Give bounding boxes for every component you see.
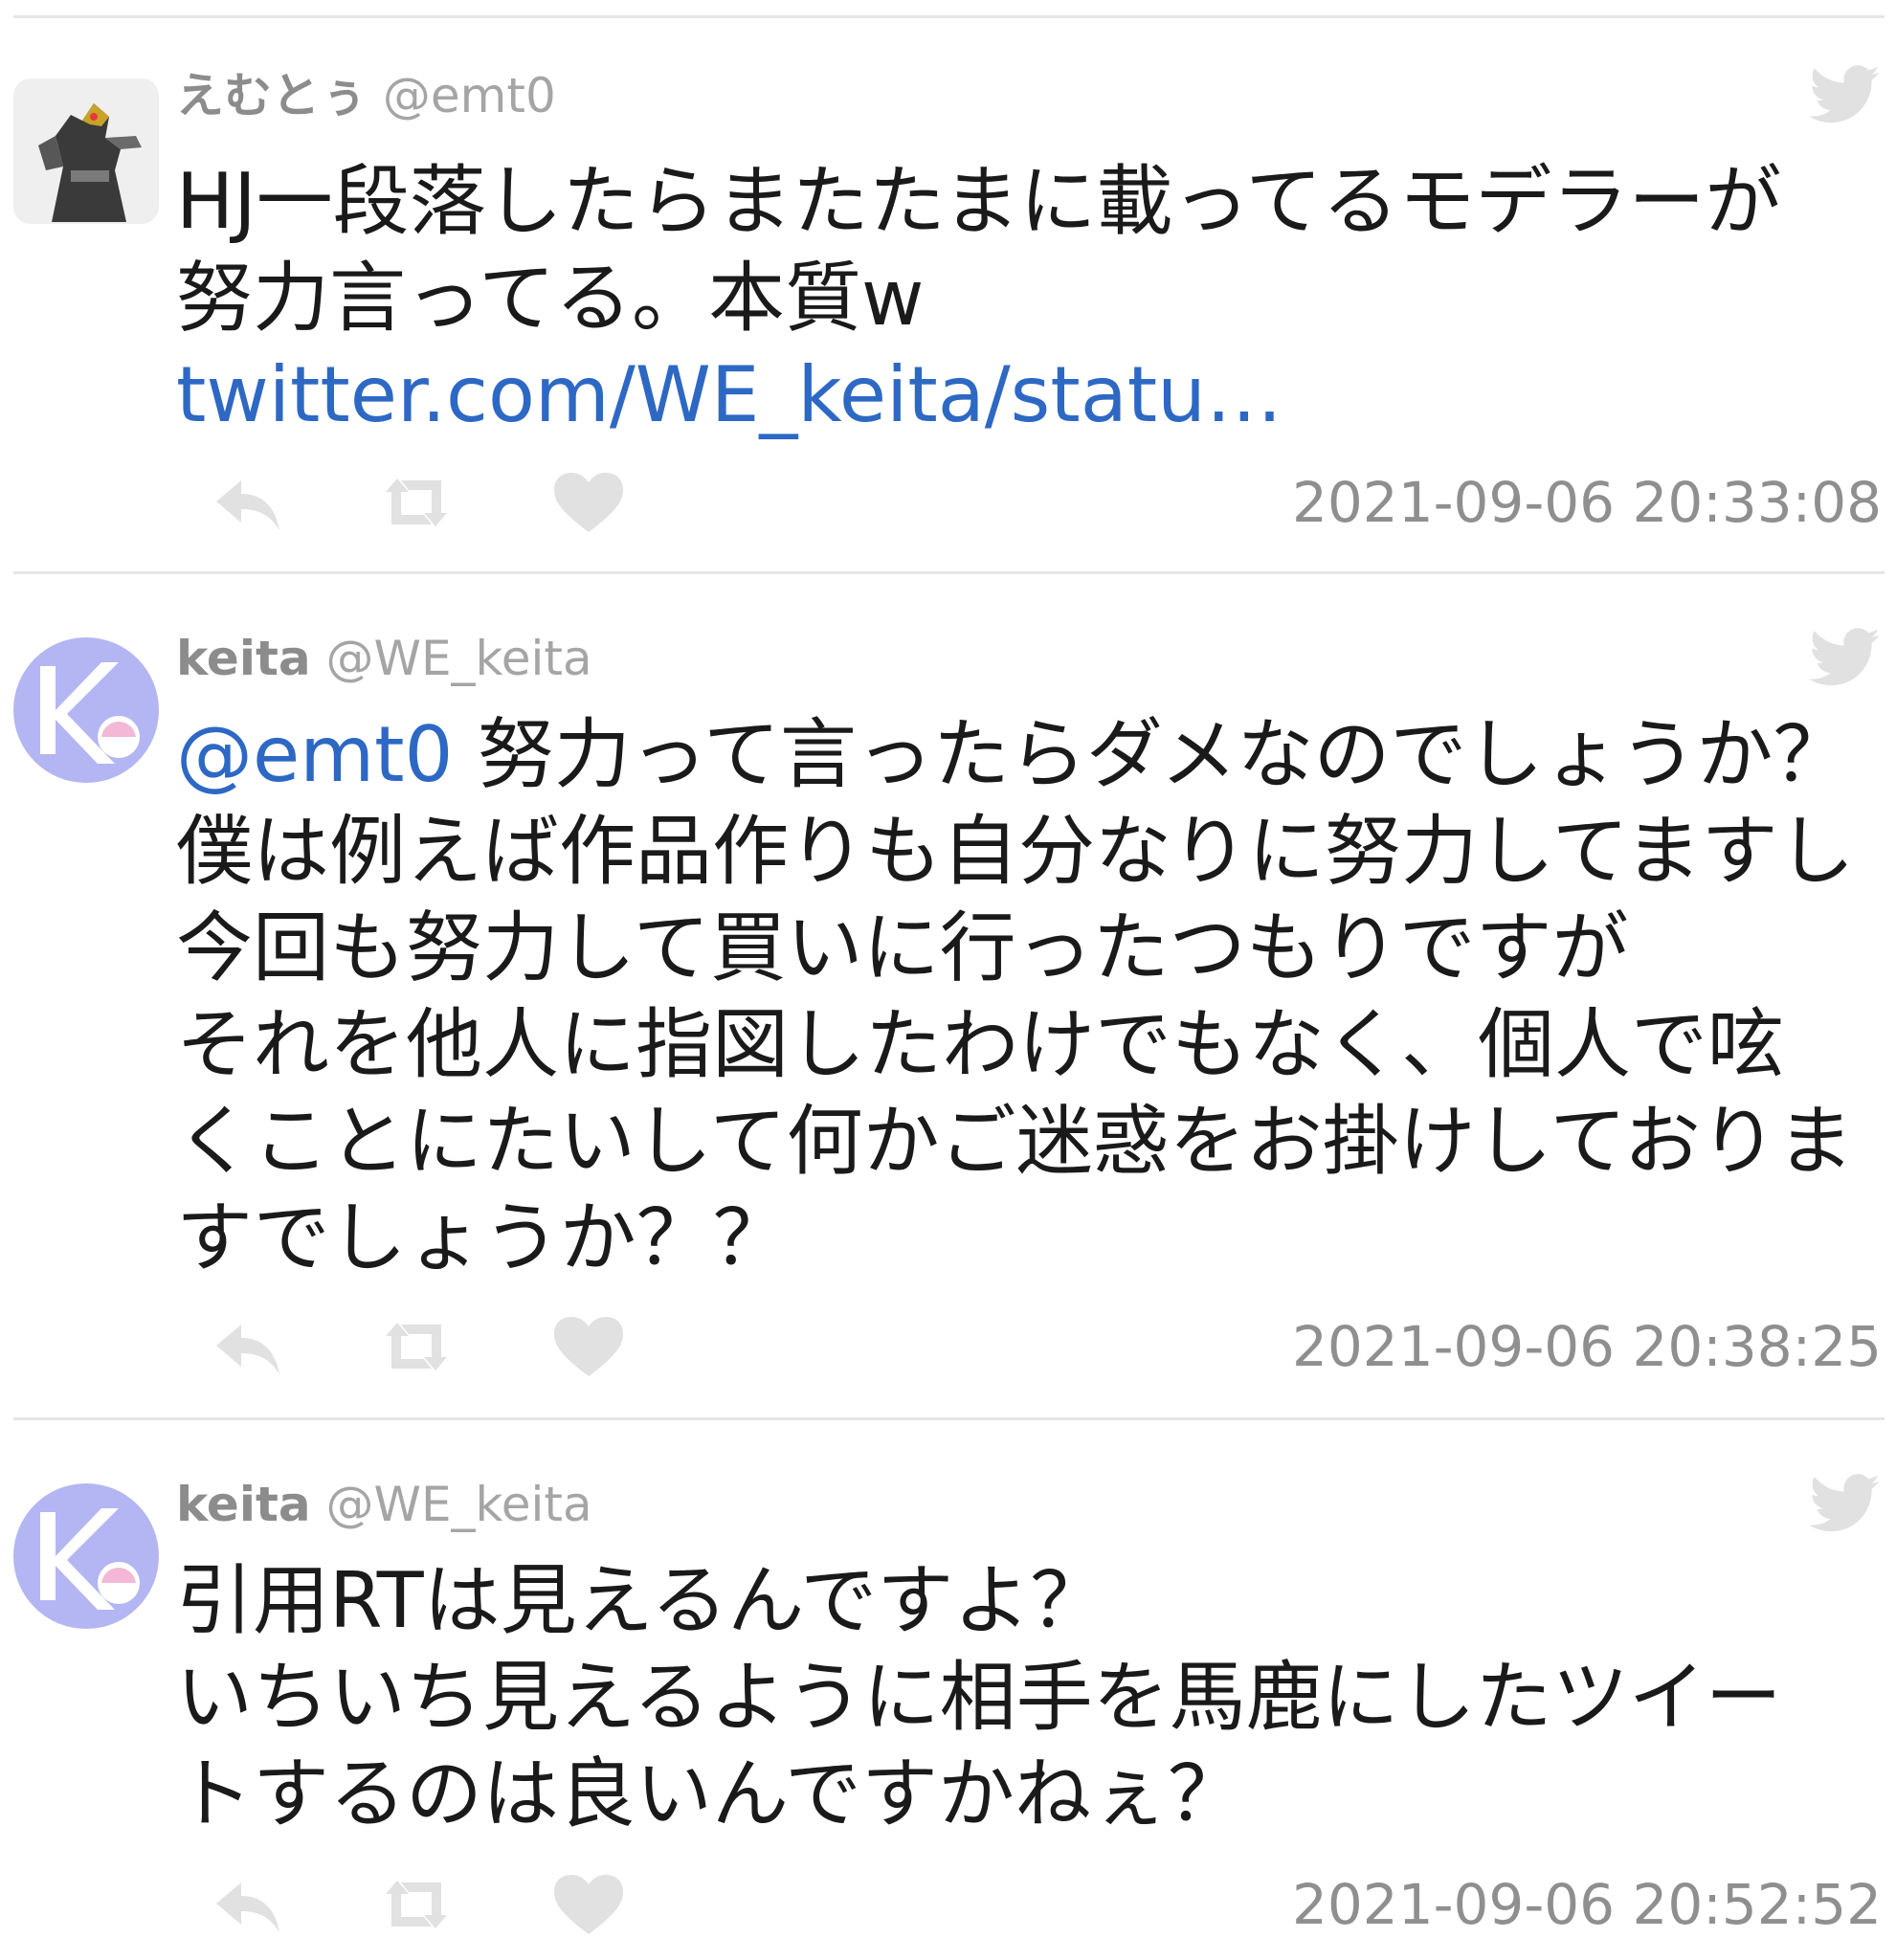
tweet-text-line: 努力言ってる。本質w [176,254,925,343]
twitter-bird-icon[interactable] [1809,628,1882,687]
tweet-header: えむとぅ @emt0 [176,67,556,124]
reply-icon[interactable] [211,1871,287,1938]
heart-icon[interactable] [550,1313,627,1380]
tweet-timeline: えむとぅ @emt0 HJ一段落したらまたたまに載ってるモデラーが 努力言ってる… [0,0,1896,1960]
tweet-text-line: すでしょうか？？ [176,1193,790,1282]
timestamp[interactable]: 2021-09-06 20:33:08 [1244,469,1882,536]
avatar-emt0[interactable] [13,78,159,224]
reply-icon[interactable] [211,469,287,536]
handle[interactable]: @emt0 [383,68,556,123]
heart-icon[interactable] [550,1871,627,1938]
retweet-icon[interactable] [378,469,455,536]
timestamp[interactable]: 2021-09-06 20:52:52 [1244,1871,1882,1938]
twitter-bird-icon[interactable] [1809,1474,1882,1533]
tweet-text-line: 引用RTは見えるんですよ？ [176,1556,1107,1645]
tweet-text-line: @emt0 努力って言ったらダメなのでしょうか？ [176,706,1889,803]
tweet-link[interactable]: twitter.com/WE_keita/statu… [176,346,1889,443]
avatar-we-keita[interactable] [13,1483,159,1629]
display-name[interactable]: えむとぅ [176,68,368,123]
tweet-text-line: くことにたいして何かご迷惑をお掛けしておりま [176,1097,1854,1186]
tweet-text: 引用RTは見えるんですよ？ いちいち見えるように相手を馬鹿にしたツイー トするの… [176,1552,1889,1842]
mention-link[interactable]: @emt0 [176,710,453,799]
divider [13,1417,1885,1420]
heart-icon[interactable] [550,469,627,536]
display-name[interactable]: keita [176,631,311,686]
divider [13,15,1885,18]
retweet-icon[interactable] [378,1313,455,1380]
tweet-header: keita @WE_keita [176,630,592,687]
timestamp[interactable]: 2021-09-06 20:38:25 [1244,1313,1882,1380]
retweet-icon[interactable] [378,1871,455,1938]
tweet-text: HJ一段落したらまたたまに載ってるモデラーが 努力言ってる。本質w twitte… [176,153,1889,443]
tweet-text-line: 今回も努力して買いに行ったつもりですが [176,903,1629,992]
reply-icon[interactable] [211,1313,287,1380]
handle[interactable]: @WE_keita [326,1477,592,1532]
tweet-text: @emt0 努力って言ったらダメなのでしょうか？ 僕は例えば作品作りも自分なりに… [176,706,1889,1286]
handle[interactable]: @WE_keita [326,631,592,686]
tweet-text-segment: 努力って言ったらダメなのでしょうか？ [453,710,1850,799]
tweet-text-line: HJ一段落したらまたたまに載ってるモデラーが [176,157,1782,246]
twitter-bird-icon[interactable] [1809,65,1882,124]
divider [13,571,1885,574]
tweet-header: keita @WE_keita [176,1476,592,1533]
tweet-text-line: 僕は例えば作品作りも自分なりに努力してますし [176,807,1855,896]
avatar-we-keita[interactable] [13,637,159,783]
tweet-text-line: トするのは良いんですかねぇ？ [176,1749,1244,1838]
tweet-text-line: それを他人に指図したわけでもなく、個人で呟 [176,1000,1784,1089]
tweet-text-line: いちいち見えるように相手を馬鹿にしたツイー [176,1653,1782,1742]
display-name[interactable]: keita [176,1477,311,1532]
